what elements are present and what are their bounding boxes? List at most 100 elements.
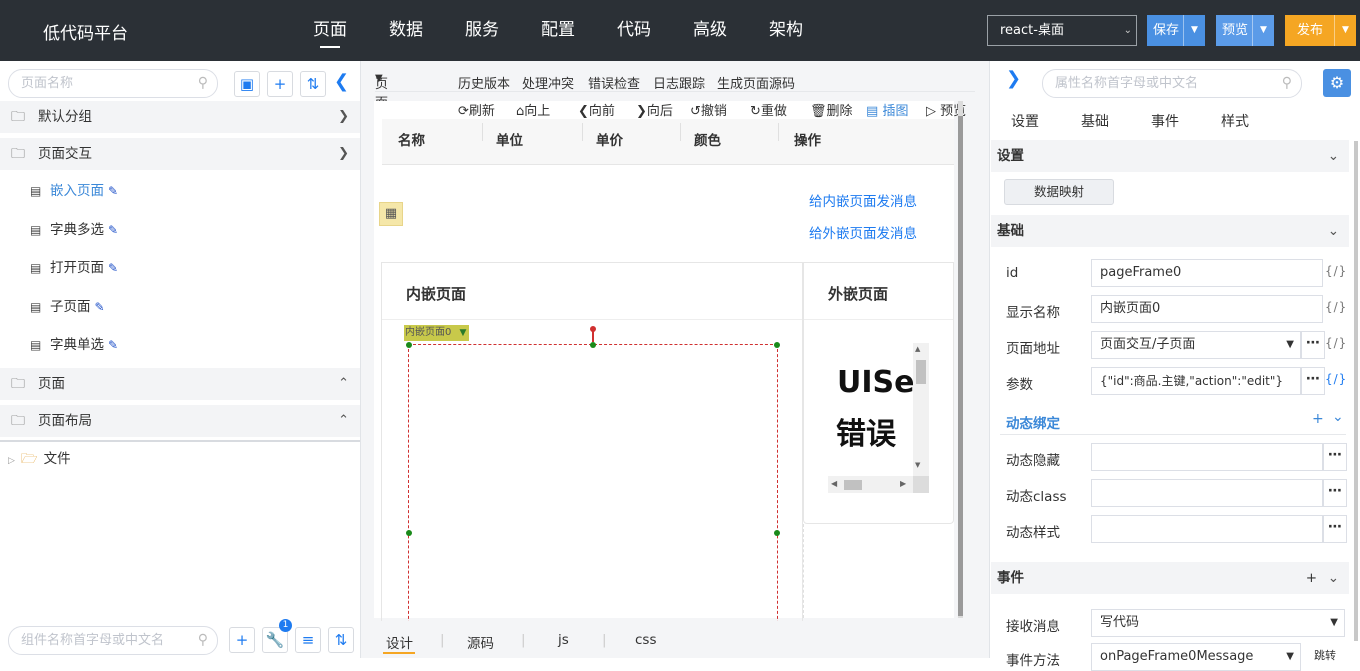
collapse-left-icon[interactable]: ❮ [334,71,349,92]
tab-js[interactable]: js [558,632,569,648]
resize-handle[interactable] [406,342,412,348]
more-button[interactable]: ⋯ [1301,367,1325,395]
nav-advanced[interactable]: 高级 [672,0,748,61]
outer-page-frame[interactable]: UISe 错误 ▲ ▼ ◀ ▶ [828,343,929,493]
section-settings[interactable]: 设置 ⌄ [991,140,1349,172]
edit-icon[interactable]: ✎ [108,338,118,352]
property-search-input[interactable]: 属性名称首字母或中文名 ⚲ [1042,69,1302,98]
properties-scrollbar[interactable] [1354,141,1358,641]
insert-image-button[interactable]: ▤ 插图 [866,100,908,119]
add-component-button[interactable]: + [229,627,255,653]
data-mapping-button[interactable]: 数据映射 [1004,179,1114,205]
add-event-icon[interactable]: + [1306,562,1317,594]
page-frame-selection[interactable] [408,344,778,634]
tab-settings[interactable]: 设置 [1011,111,1039,131]
sort-button[interactable]: ⇅ [300,71,326,97]
rotate-handle[interactable] [590,326,596,332]
more-button[interactable]: ⋯ [1323,443,1347,471]
component-search-input[interactable]: 组件名称首字母或中文名 ⚲ [8,626,218,655]
nav-code[interactable]: 代码 [596,0,672,61]
conflict-button[interactable]: 处理冲突 [522,73,574,92]
prop-dyn-class-input[interactable] [1091,479,1323,507]
page-item-sub-page[interactable]: ▤ 子页面 ✎ [30,295,105,319]
code-toggle-active[interactable]: {/} [1325,372,1347,386]
history-button[interactable]: 历史版本 [458,73,510,92]
backward-button[interactable]: ❯向后 [636,100,673,119]
publish-dropdown-icon[interactable]: ▼ [1334,15,1356,46]
add-page-button[interactable]: + [267,71,293,97]
horizontal-scrollbar[interactable]: ◀ ▶ [828,476,913,493]
page-search-input[interactable]: 页面名称 ⚲ [8,69,218,98]
section-events[interactable]: 事件 + ⌄ [991,562,1349,594]
forward-button[interactable]: ❮向前 [578,100,615,119]
delete-button[interactable]: 🗑删除 [810,100,853,119]
vertical-scrollbar[interactable]: ▲ ▼ [913,343,929,476]
log-trace-button[interactable]: 日志跟踪 [653,73,705,92]
undo-button[interactable]: ↺撤销 [690,100,727,119]
tab-basic[interactable]: 基础 [1081,111,1109,131]
prop-dyn-hide-input[interactable] [1091,443,1323,471]
prop-id-input[interactable]: pageFrame0 [1091,259,1323,287]
send-outer-message-link[interactable]: 给外嵌页面发消息 [809,222,917,242]
component-marker-icon[interactable]: ▦ [379,202,403,226]
resize-handle[interactable] [406,530,412,536]
code-toggle[interactable]: {/} [1325,264,1347,278]
scroll-right-icon[interactable]: ▶ [900,479,906,488]
edit-icon[interactable]: ✎ [95,300,105,314]
preview-dropdown-icon[interactable]: ▼ [1252,15,1274,46]
edit-icon[interactable]: ✎ [108,184,118,198]
nav-data[interactable]: 数据 [368,0,444,61]
tab-css[interactable]: css [635,632,657,648]
group-default[interactable]: 🗀 默认分组 ❯ [0,101,360,133]
nav-page[interactable]: 页面 [292,0,368,61]
prop-event-method-select[interactable]: onPageFrame0Message ▼ [1091,643,1301,671]
gen-source-button[interactable]: 生成页面源码 [717,73,795,92]
preview-button[interactable]: 预览 ▼ [1216,15,1274,46]
outline-button[interactable]: ≡ [295,627,321,653]
page-item-dict-multi[interactable]: ▤ 字典多选 ✎ [30,218,118,242]
resize-handle[interactable] [590,342,596,348]
prop-display-name-input[interactable]: 内嵌页面0 [1091,295,1323,323]
section-basic[interactable]: 基础 ⌄ [991,215,1349,247]
tab-design[interactable]: 设计 [386,632,413,652]
more-button[interactable]: ⋯ [1323,479,1347,507]
add-binding-button[interactable]: + [1312,411,1324,427]
file-tree-item[interactable]: ▷ 🗁 文件 [8,447,71,472]
page-item-open-page[interactable]: ▤ 打开页面 ✎ [30,256,118,280]
group-page[interactable]: 🗀 页面 ⌃ [0,368,360,400]
scroll-up-icon[interactable]: ▲ [915,345,920,353]
resize-handle[interactable] [774,342,780,348]
scroll-down-icon[interactable]: ▼ [915,461,920,469]
canvas-scrollbar-thumb[interactable] [958,116,963,616]
error-check-button[interactable]: 错误检查 [588,73,640,92]
prop-page-url-select[interactable]: 页面交互/子页面 ▼ [1091,331,1301,359]
scroll-thumb[interactable] [844,480,862,490]
prop-dyn-style-input[interactable] [1091,515,1323,543]
settings-gear-button[interactable]: ⚙ [1323,69,1351,97]
publish-button[interactable]: 发布 ▼ [1285,15,1356,46]
nav-architecture[interactable]: 架构 [748,0,824,61]
prop-params-input[interactable]: {"id":商品.主键,"action":"edit"} [1091,367,1301,395]
send-inner-message-link[interactable]: 给内嵌页面发消息 [809,190,917,210]
edit-icon[interactable]: ✎ [108,261,118,275]
code-toggle[interactable]: {/} [1325,336,1347,350]
add-folder-button[interactable]: ▣ [234,71,260,97]
scroll-thumb[interactable] [916,360,926,384]
frame-tag[interactable]: 内嵌页面0 ▼ [404,325,470,341]
save-button[interactable]: 保存 ▼ [1147,15,1205,46]
expand-right-icon[interactable]: ❯ [1006,68,1021,89]
env-select[interactable]: react-桌面 ⌄ [987,15,1137,46]
caret-right-icon[interactable]: ▷ [8,456,15,466]
more-button[interactable]: ⋯ [1301,331,1325,359]
sort-components-button[interactable]: ⇅ [328,627,354,653]
more-button[interactable]: ⋯ [1323,515,1347,543]
jump-button[interactable]: 跳转 [1305,647,1345,663]
group-page-layout[interactable]: 🗀 页面布局 ⌃ [0,405,360,437]
tab-styles[interactable]: 样式 [1221,111,1249,131]
edit-icon[interactable]: ✎ [108,223,118,237]
prop-receive-message-select[interactable]: 写代码 ▼ [1091,609,1345,637]
scroll-left-icon[interactable]: ◀ [831,479,837,488]
resize-handle[interactable] [774,530,780,536]
nav-service[interactable]: 服务 [444,0,520,61]
code-toggle[interactable]: {/} [1325,300,1347,314]
